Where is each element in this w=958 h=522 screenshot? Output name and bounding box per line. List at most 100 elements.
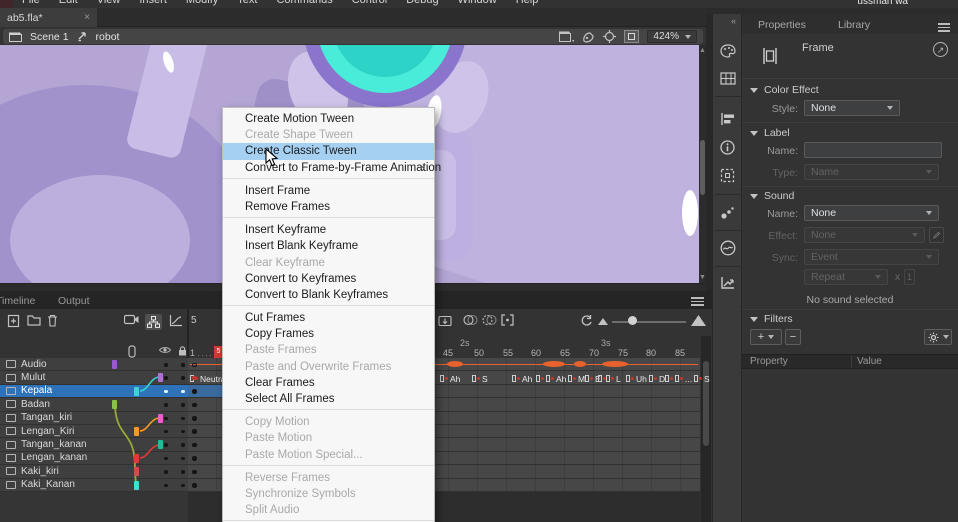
menubar-item[interactable]: Window [458,0,497,6]
layer-name-cell[interactable]: Tangan_kiri [0,412,104,424]
layer-lock-dot[interactable] [181,376,185,380]
color-palette-icon[interactable] [720,44,736,58]
help-arrow-icon[interactable]: ↗ [933,42,948,57]
context-menu-item[interactable]: Clear Frames [223,375,434,391]
section-sound[interactable]: Sound [750,190,794,202]
tab-output[interactable]: Output [48,293,100,309]
collapse-panels-icon[interactable]: « [731,16,736,26]
context-menu-item[interactable]: Paste Frames [223,342,434,358]
layer-visibility-dot[interactable] [164,390,168,394]
app-logo[interactable] [0,0,13,8]
layer-name-cell[interactable]: Tangan_kanan [0,438,104,450]
context-menu-item[interactable]: Reverse Frames [223,470,434,486]
layer-name-cell[interactable]: Lengan_Kiri [0,425,104,437]
menubar-item[interactable]: Modify [186,0,218,6]
layer-visibility-dot[interactable] [164,484,168,488]
menubar-item[interactable]: Text [237,0,257,6]
frame-label-keyframe[interactable] [536,374,546,383]
scroll-down-icon[interactable]: ▼ [699,274,706,281]
context-menu-item[interactable]: Create Motion Tween [223,111,434,127]
layer-lock-dot[interactable] [181,457,185,461]
layer-visibility-dot[interactable] [164,363,168,367]
layer-visibility-dot[interactable] [164,470,168,474]
menubar-item[interactable]: Debug [406,0,438,6]
frame-label-keyframe[interactable]: Ah [440,374,460,383]
layer-parent-marker[interactable] [134,467,139,476]
layer-name-cell[interactable]: Kaki_Kanan [0,479,104,491]
frame-label-keyframe[interactable]: ... [675,374,692,383]
style-select[interactable]: None [804,100,900,116]
center-stage-icon[interactable] [603,30,616,43]
layer-name-cell[interactable]: Mulut [0,371,104,383]
zoom-in-icon[interactable] [691,315,706,326]
layer-lock-dot[interactable] [181,470,185,474]
menubar-item[interactable]: File [22,0,40,6]
context-menu-item[interactable]: Convert to Keyframes [223,271,434,287]
creative-cloud-icon[interactable] [720,240,736,256]
filter-options-button[interactable] [924,329,952,345]
context-menu-item[interactable]: Convert to Blank Keyframes [223,287,434,303]
brush-library-icon[interactable] [720,206,735,220]
context-menu-item[interactable]: Convert to Frame-by-Frame Animation › [223,160,434,176]
stage-vertical-scrollbar[interactable]: ▲ ▼ [699,45,706,283]
layer-parent-marker[interactable] [134,427,139,436]
loop-icon[interactable] [580,314,593,327]
tab-properties[interactable]: Properties [748,16,816,34]
layer-visibility-dot[interactable] [164,457,168,461]
new-layer-icon[interactable] [7,314,20,328]
context-menu-item[interactable]: Insert Keyframe [223,222,434,238]
layer-visibility-dot[interactable] [164,417,168,421]
swatches-icon[interactable] [720,72,736,85]
scrollbar-thumb[interactable] [700,140,705,195]
context-menu-item[interactable]: Split Audio [223,502,434,518]
label-name-input[interactable] [804,142,942,158]
align-icon[interactable] [720,112,735,126]
zoom-out-icon[interactable] [598,318,608,325]
context-menu-item[interactable]: Clear Keyframe [223,255,434,271]
close-icon[interactable]: × [84,12,90,23]
asset-graph-icon[interactable] [720,276,735,290]
layer-parent-marker[interactable] [112,360,117,369]
context-menu-item[interactable]: Synchronize Symbols [223,486,434,502]
menubar-item[interactable]: Help [516,0,539,6]
edit-multiple-frames-icon[interactable] [501,314,514,326]
menubar-item[interactable]: Edit [59,0,78,6]
menubar-item[interactable]: Insert [139,0,167,6]
context-menu-item[interactable]: Remove Frames [223,199,434,215]
frame-label-keyframe[interactable]: S [472,374,488,383]
frame-label-keyframe[interactable]: M [568,374,585,383]
layer-lock-dot[interactable] [181,443,185,447]
breadcrumb-symbol[interactable]: robot [96,31,120,43]
timeline-zoom-handle[interactable] [628,316,637,325]
menubar-item[interactable]: View [97,0,121,6]
layer-parent-marker[interactable] [112,400,117,409]
section-label[interactable]: Label [750,127,790,139]
context-menu-item[interactable]: Cut Frames [223,310,434,326]
section-filters[interactable]: Filters [750,313,793,325]
graph-view-icon[interactable] [169,314,183,327]
tab-library[interactable]: Library [828,16,880,34]
layer-name-cell[interactable]: Lengan_kanan [0,452,104,464]
section-color-effect[interactable]: Color Effect [750,84,819,96]
scroll-up-icon[interactable]: ▲ [699,47,706,54]
frame-label-keyframe[interactable]: Ah [546,374,566,383]
frame-label-keyframe[interactable]: L [606,374,621,383]
layer-visibility-dot[interactable] [164,430,168,434]
panel-menu-icon[interactable] [938,21,950,34]
menubar-item[interactable]: Commands [276,0,332,6]
context-menu-item[interactable]: Create Shape Tween [223,127,434,143]
layer-lock-dot[interactable] [181,417,185,421]
sound-name-select[interactable]: None [804,205,939,221]
layer-visibility-dot[interactable] [164,403,168,407]
layer-name-cell[interactable]: Audio [0,358,104,370]
layer-lock-dot[interactable] [181,430,185,434]
center-frame-icon[interactable] [438,314,452,327]
context-menu-item[interactable]: Paste Motion Special... [223,447,434,463]
delete-layer-icon[interactable] [47,314,58,327]
onion-skin-outlines-icon[interactable] [482,314,497,326]
layer-parenting-icon[interactable] [145,314,162,330]
breadcrumb-scene[interactable]: Scene 1 [30,31,69,43]
remove-filter-button[interactable]: − [785,329,801,345]
layer-parent-marker[interactable] [158,414,163,423]
new-folder-icon[interactable] [27,314,41,326]
